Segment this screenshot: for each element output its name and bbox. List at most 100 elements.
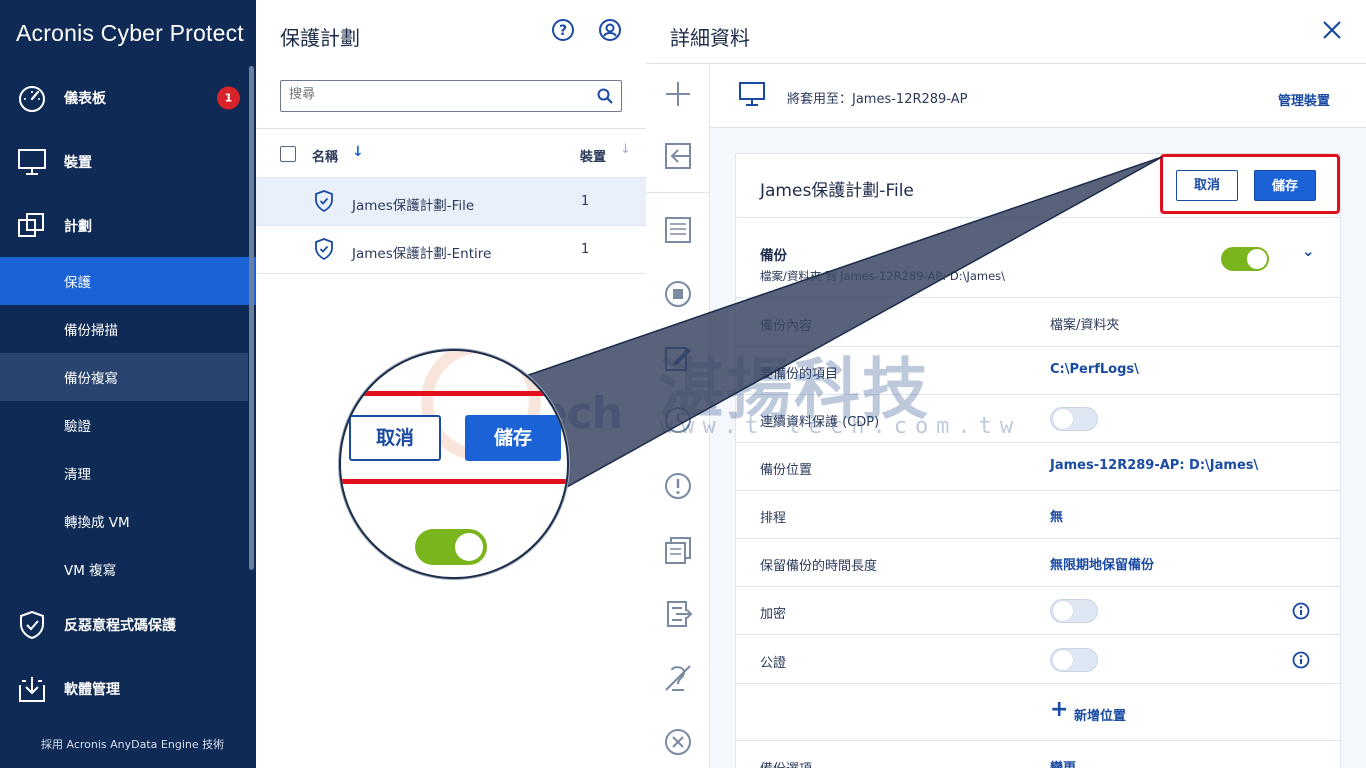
sidebar: Acronis Cyber Protect 儀表板 1 裝置 計劃 保護 備份掃… [0,0,256,768]
sort-arrow-icon[interactable]: ↓ [352,144,364,160]
sidebar-item-label: 裝置 [64,155,92,171]
setting-label: 備份選項 [760,758,812,768]
sidebar-item-label: 軟體管理 [64,682,120,698]
details-header: 詳細資料 [646,0,1366,64]
notarization-toggle[interactable] [1050,648,1098,672]
sidebar-item-protection[interactable]: 保護 [0,257,256,305]
setting-row[interactable]: 排程 無 [736,491,1340,539]
setting-value-link[interactable]: 無限期地保留備份 [1050,554,1154,573]
sidebar-item-software-management[interactable]: 軟體管理 [0,661,248,717]
svg-text:?: ? [559,23,567,39]
zoomed-toggle [415,529,487,565]
setting-label: 加密 [760,607,787,622]
setting-row[interactable]: 保留備份的時間長度 無限期地保留備份 [736,539,1340,587]
stop-icon[interactable] [662,278,694,310]
divider [646,192,710,193]
disable-icon[interactable] [662,662,694,694]
toggle-knob [1053,650,1073,670]
software-download-icon [19,677,45,702]
plan-name-title[interactable]: James保護計劃-File [760,176,914,201]
magnifier-callout: 取消 儲存 [339,349,569,579]
user-account-icon[interactable] [598,18,622,42]
backup-module: 備份 檔案/資料夾 到 James-12R289-AP: D:\James\ ⌄ [736,218,1340,298]
footer-text: 採用 Acronis AnyData Engine 技術 [41,738,225,751]
toggle-knob [1247,249,1267,269]
highlight-line [341,391,567,396]
column-name[interactable]: 名稱 [312,146,338,165]
sidebar-item-label: 轉換成 VM [64,515,130,531]
search-input[interactable] [289,87,589,102]
sidebar-item-vm-replication[interactable]: VM 複寫 [0,545,248,593]
sidebar-scrollbar[interactable] [249,66,254,570]
sidebar-item-label: 保護 [64,275,91,291]
search-box[interactable] [280,80,622,112]
setting-value-link[interactable]: 無 [1050,506,1063,525]
setting-label: 保留備份的時間長度 [760,559,878,574]
setting-row[interactable]: 備份位置 James-12R289-AP: D:\James\ [736,443,1340,491]
backup-summary: 檔案/資料夾 到 James-12R289-AP: D:\James\ [760,269,1006,283]
sidebar-item-validation[interactable]: 驗證 [0,401,248,449]
setting-value-link[interactable]: 變更 [1050,757,1076,768]
setting-label: 備份內容 [760,319,813,334]
setting-value-link[interactable]: C:\PerfLogs\ [1050,362,1139,377]
info-icon[interactable] [1292,651,1310,669]
zoomed-cancel-button: 取消 [349,415,441,461]
sidebar-item-convert-to-vm[interactable]: 轉換成 VM [0,497,248,545]
sidebar-item-backup-replication[interactable]: 備份複寫 [0,353,248,401]
monitor-icon [18,149,46,175]
table-row[interactable]: James保護計劃-Entire 1 [256,226,646,274]
chevron-down-icon[interactable]: ⌄ [1302,242,1315,260]
zoomed-save-button: 儲存 [465,415,561,461]
sidebar-item-label: 反惡意程式碼保護 [64,618,176,634]
plan-name: James保護計劃-File [352,198,475,214]
delete-icon[interactable] [662,726,694,758]
search-icon[interactable] [597,88,613,104]
sort-arrow-icon[interactable]: ↓ [620,142,631,157]
backup-enable-toggle[interactable] [1221,247,1269,271]
shield-check-icon [315,190,333,212]
sidebar-item-cleanup[interactable]: 清理 [0,449,248,497]
apply-icon[interactable] [662,140,694,172]
setting-row: 公證 [736,636,1340,684]
sidebar-item-dashboard[interactable]: 儀表板 1 [0,70,248,126]
plan-name: James保護計劃-Entire [352,246,492,262]
help-icon[interactable]: ? [551,18,575,42]
sidebar-item-label: 計劃 [64,219,92,235]
notification-badge: 1 [217,86,240,110]
plans-icon [18,213,44,237]
sidebar-item-backup-scanning[interactable]: 備份掃描 [0,305,248,353]
setting-label: 公證 [760,656,787,671]
sidebar-item-label: 驗證 [64,419,91,435]
backup-title: 備份 [760,248,787,264]
cdp-toggle[interactable] [1050,407,1098,431]
device-count: 1 [581,194,590,209]
plus-icon[interactable]: + [1050,697,1068,722]
column-devices[interactable]: 裝置 [580,146,606,165]
sidebar-item-devices[interactable]: 裝置 [0,134,248,190]
setting-label: 備份位置 [760,463,813,478]
close-icon[interactable] [1322,20,1342,40]
table-header: 名稱 ↓ 裝置 ↓ [256,128,646,178]
highlight-line [341,479,567,484]
table-row[interactable]: James保護計劃-File 1 [256,178,646,226]
toggle-knob [1053,601,1073,621]
manage-devices-link[interactable]: 管理裝置 [1278,90,1330,109]
device-count: 1 [581,242,590,257]
shield-check-icon [315,238,333,260]
sidebar-item-plans[interactable]: 計劃 [0,198,248,254]
brand-logo: Acronis Cyber Protect [16,20,244,46]
select-all-checkbox[interactable] [280,146,296,162]
setting-row[interactable]: 備份選項 變更 [736,742,1340,768]
setting-value-link[interactable]: James-12R289-AP: D:\James\ [1050,458,1258,473]
setting-value[interactable]: 檔案/資料夾 [1050,314,1119,333]
add-location-link[interactable]: 新增位置 [1074,705,1126,724]
copy-icon[interactable] [662,534,694,566]
info-icon[interactable] [1292,602,1310,620]
sidebar-item-antimalware[interactable]: 反惡意程式碼保護 [0,597,248,653]
details-doc-icon[interactable] [662,214,694,246]
encryption-toggle[interactable] [1050,599,1098,623]
export-icon[interactable] [662,598,694,630]
add-icon[interactable] [662,78,694,110]
highlight-box [1160,154,1340,214]
alert-icon[interactable] [662,470,694,502]
